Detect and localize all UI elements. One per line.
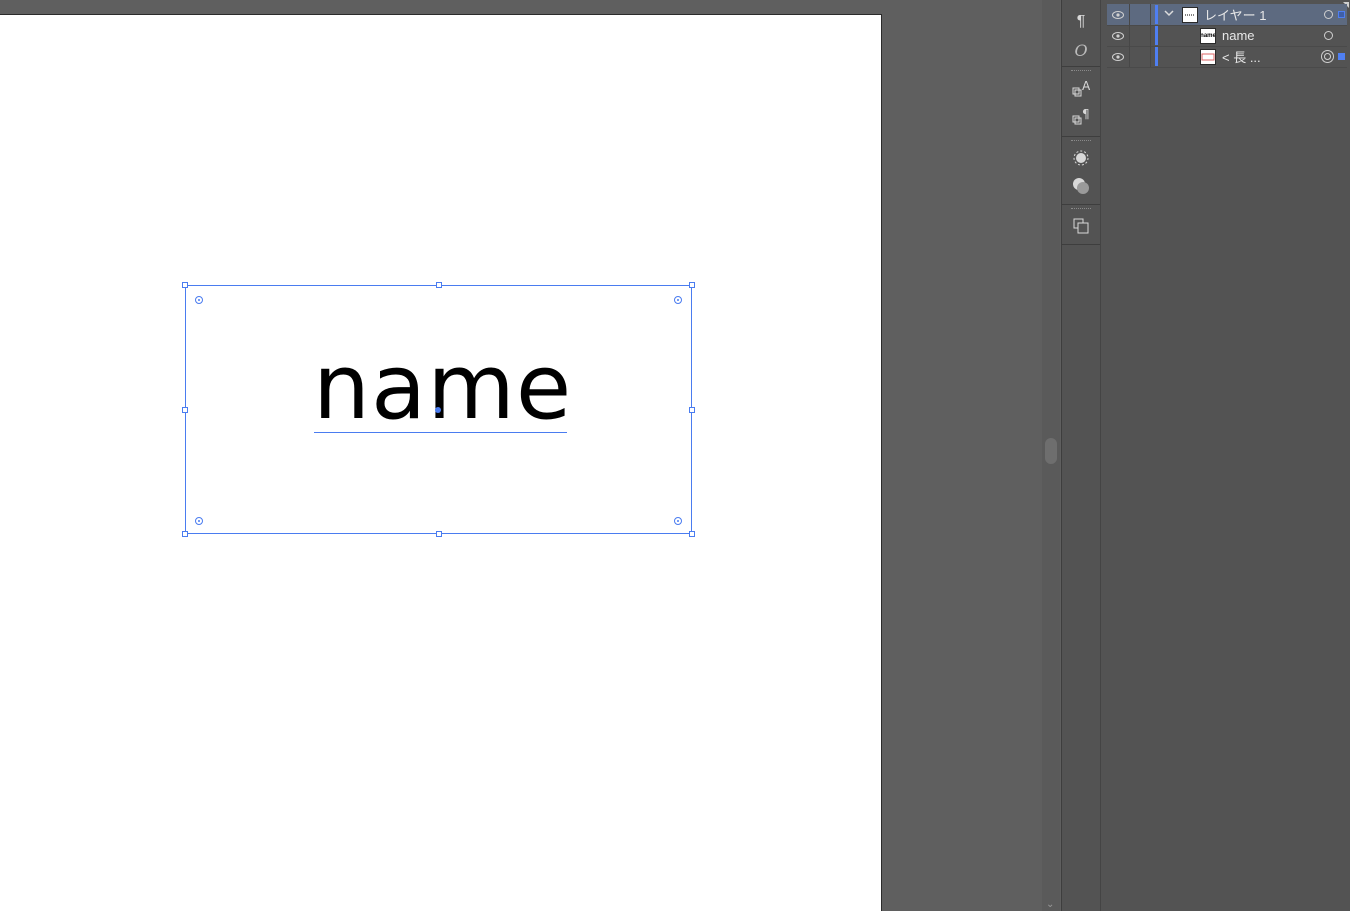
text-object[interactable]: name: [313, 342, 571, 434]
object-thumbnail: [1200, 48, 1216, 65]
target-circle-icon[interactable]: [1324, 10, 1333, 19]
svg-text:A: A: [1082, 79, 1091, 93]
layer-name-label[interactable]: レイヤー 1: [1204, 5, 1324, 24]
collapsed-panels-strip: ¶ O A ¶: [1061, 0, 1101, 911]
handle-bottom-left[interactable]: [182, 531, 188, 537]
object-thumbnail: name: [1200, 27, 1216, 44]
appearance-icon[interactable]: [1062, 144, 1100, 172]
visibility-eye-icon[interactable]: [1107, 52, 1129, 61]
handle-bottom-middle[interactable]: [436, 531, 442, 537]
paragraph-styles-icon[interactable]: ¶: [1062, 102, 1100, 130]
appearance-panels-group: [1062, 138, 1100, 200]
object-name-label[interactable]: name: [1222, 28, 1324, 43]
lock-toggle[interactable]: [1129, 46, 1151, 67]
selection-indicator[interactable]: [1338, 11, 1345, 18]
layer-row-name[interactable]: name name: [1107, 25, 1347, 47]
handle-middle-left[interactable]: [182, 407, 188, 413]
handle-top-middle[interactable]: [436, 282, 442, 288]
layer-row-rectangle[interactable]: < 長 ...: [1107, 46, 1347, 68]
handle-middle-right[interactable]: [689, 407, 695, 413]
corner-radius-widget-top-right[interactable]: [674, 296, 682, 304]
layer-color-bar: [1155, 26, 1158, 45]
opentype-icon[interactable]: O: [1062, 36, 1100, 64]
type-panels-group: ¶ O: [1062, 8, 1100, 64]
handle-top-right[interactable]: [689, 282, 695, 288]
selection-indicator[interactable]: [1338, 53, 1345, 60]
pathfinder-panels-group: [1062, 206, 1100, 240]
visibility-eye-icon[interactable]: [1107, 10, 1129, 19]
scroll-down-arrow-icon[interactable]: ⌄: [1046, 900, 1054, 910]
corner-radius-widget-top-left[interactable]: [195, 296, 203, 304]
layer-row-layer1[interactable]: レイヤー 1: [1107, 4, 1347, 26]
target-circle-icon[interactable]: [1324, 31, 1333, 40]
lock-toggle[interactable]: [1129, 25, 1151, 46]
layer-thumbnail: [1182, 6, 1198, 23]
expand-chevron-icon[interactable]: [1164, 9, 1178, 20]
corner-radius-widget-bottom-right[interactable]: [674, 517, 682, 525]
lock-toggle[interactable]: [1129, 4, 1151, 25]
handle-bottom-right[interactable]: [689, 531, 695, 537]
svg-text:¶: ¶: [1082, 107, 1090, 121]
character-styles-icon[interactable]: A: [1062, 74, 1100, 102]
handle-top-left[interactable]: [182, 282, 188, 288]
layers-panel: レイヤー 1 name name < 長 ...: [1100, 0, 1350, 911]
pathfinder-icon[interactable]: [1062, 212, 1100, 240]
scrollbar-thumb[interactable]: [1045, 438, 1057, 464]
layer-color-bar: [1155, 47, 1158, 66]
text-baseline: [314, 432, 567, 433]
center-point: [435, 407, 441, 413]
styles-panels-group: A ¶: [1062, 68, 1100, 130]
visibility-eye-icon[interactable]: [1107, 31, 1129, 40]
object-name-label[interactable]: < 長 ...: [1222, 47, 1324, 66]
transparency-icon[interactable]: [1062, 172, 1100, 200]
layer-color-bar: [1155, 5, 1158, 24]
paragraph-icon[interactable]: ¶: [1062, 8, 1100, 36]
target-circle-icon[interactable]: [1324, 53, 1331, 60]
vertical-scrollbar[interactable]: ⌄: [1042, 0, 1060, 911]
corner-radius-widget-bottom-left[interactable]: [195, 517, 203, 525]
